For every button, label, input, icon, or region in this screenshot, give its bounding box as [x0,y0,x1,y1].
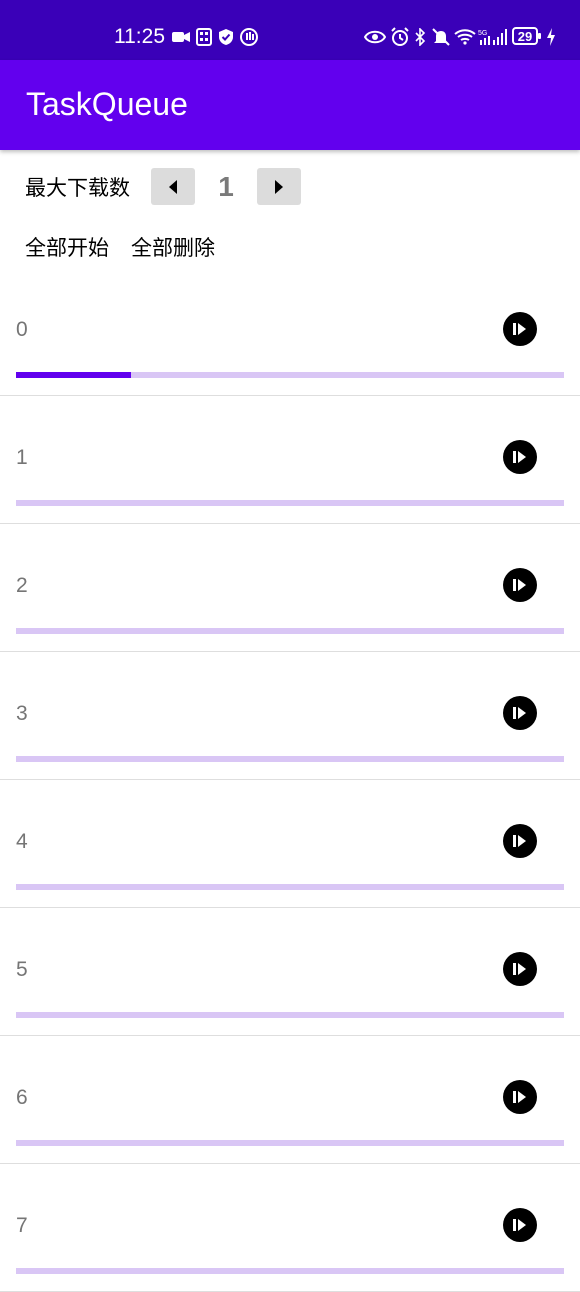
alarm-icon [390,26,410,48]
app-bar: TaskQueue [0,60,580,150]
max-downloads-label: 最大下载数 [25,176,130,200]
play-button[interactable] [503,440,537,474]
start-all-button[interactable]: 全部开始 [25,232,109,262]
play-button[interactable] [503,824,537,858]
play-icon [513,707,526,719]
task-label: 6 [16,1086,28,1109]
status-time: 11:25 [114,25,165,48]
play-button[interactable] [503,1080,537,1114]
caret-right-icon [275,179,283,194]
progress-bar [16,884,564,890]
app-title: TaskQueue [26,86,188,122]
video-icon [172,26,190,48]
list-item: 3 [0,652,580,780]
task-label: 3 [16,702,28,725]
increase-button[interactable] [257,168,301,205]
task-label: 0 [16,318,28,341]
play-button[interactable] [503,312,537,346]
status-bar: 11:25 5G 29 [0,0,580,60]
list-item: 6 [0,1036,580,1164]
progress-bar [16,628,564,634]
shield-icon [218,26,234,48]
list-item: 1 [0,396,580,524]
play-icon [513,835,526,847]
play-icon [513,1091,526,1103]
list-item: 7 [0,1164,580,1292]
hand-icon [240,26,258,48]
eye-icon [364,26,386,48]
play-icon [513,1219,526,1231]
progress-bar [16,372,564,378]
list-item: 5 [0,908,580,1036]
progress-bar [16,1012,564,1018]
play-button[interactable] [503,1208,537,1242]
task-list: 0 1 2 3 4 5 6 7 [0,268,580,1292]
max-downloads-value: 1 [218,171,234,202]
delete-all-button[interactable]: 全部删除 [131,232,215,262]
bluetooth-icon [414,26,426,48]
task-label: 5 [16,958,28,981]
progress-bar [16,500,564,506]
bell-off-icon [432,26,450,48]
task-label: 1 [16,446,28,469]
charging-icon [546,26,556,48]
battery-indicator: 29 [512,27,541,45]
decrease-button[interactable] [151,168,195,205]
play-icon [513,579,526,591]
progress-bar [16,1268,564,1274]
progress-bar [16,1140,564,1146]
task-label: 2 [16,574,28,597]
progress-fill [16,372,132,378]
play-button[interactable] [503,568,537,602]
task-label: 7 [16,1214,28,1237]
play-icon [513,963,526,975]
play-icon [513,451,526,463]
progress-bar [16,756,564,762]
list-item: 2 [0,524,580,652]
task-label: 4 [16,830,28,853]
caret-left-icon [169,179,177,194]
signal-icon [492,26,508,48]
play-button[interactable] [503,696,537,730]
play-icon [513,323,526,335]
svg-text:5G: 5G [478,30,487,37]
wifi-icon [454,26,476,48]
list-item: 0 [0,268,580,396]
5g-signal-icon: 5G [478,26,492,48]
list-item: 4 [0,780,580,908]
play-button[interactable] [503,952,537,986]
qr-icon [196,26,212,48]
